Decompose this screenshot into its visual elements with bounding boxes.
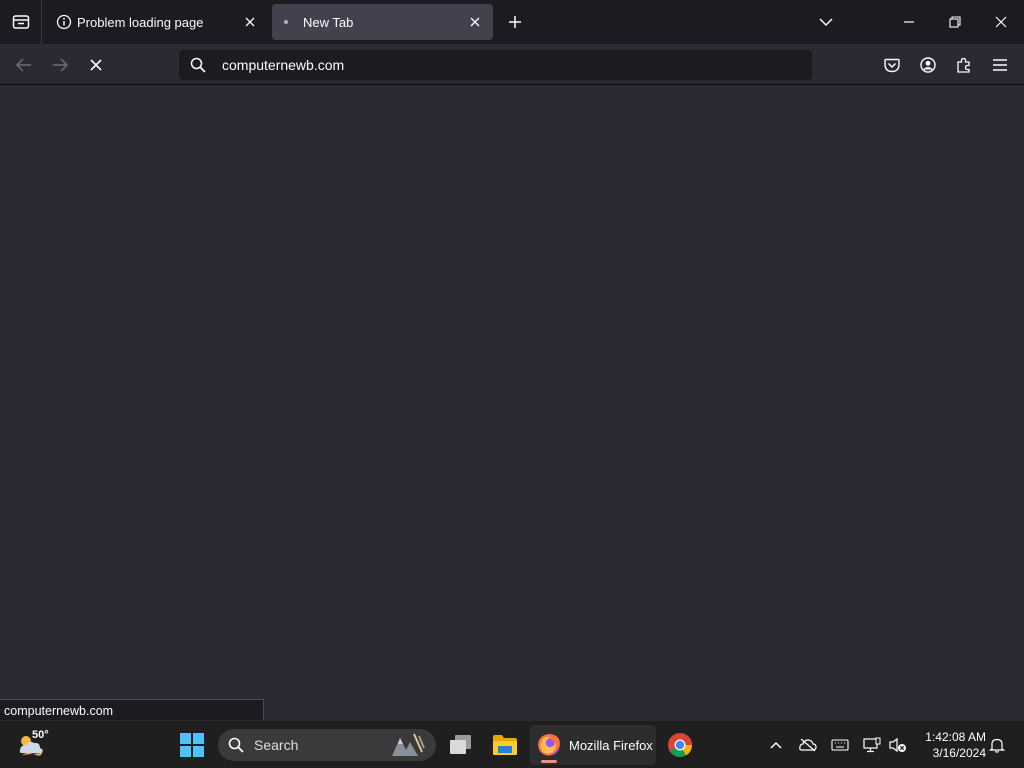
- search-label: Search: [254, 737, 299, 753]
- back-button[interactable]: [9, 50, 39, 80]
- close-tab-icon[interactable]: [240, 12, 260, 32]
- hamburger-menu-icon: [993, 59, 1007, 71]
- plus-icon: [509, 16, 521, 28]
- back-arrow-icon: [16, 58, 31, 72]
- puzzle-icon: [957, 57, 970, 73]
- info-icon: [56, 14, 72, 30]
- clock-time: 1:42:08 AM: [925, 730, 986, 744]
- url-bar[interactable]: computernewb.com: [179, 50, 812, 80]
- account-icon: [920, 57, 936, 73]
- tab-new-tab[interactable]: New Tab: [272, 4, 493, 40]
- clock-date: 3/16/2024: [932, 746, 986, 760]
- list-all-tabs-button[interactable]: [803, 0, 849, 44]
- tab-problem-loading[interactable]: Problem loading page: [46, 4, 268, 40]
- search-icon: [228, 737, 244, 758]
- status-panel: computernewb.com: [0, 699, 264, 720]
- forward-button[interactable]: [45, 50, 75, 80]
- loading-dot-icon: [282, 14, 298, 30]
- url-input[interactable]: computernewb.com: [222, 57, 344, 73]
- tab-title: New Tab: [303, 15, 354, 30]
- minimize-button[interactable]: [886, 0, 932, 44]
- forward-arrow-icon: [53, 58, 68, 72]
- keyboard-icon: [831, 739, 849, 751]
- bell-icon: [989, 738, 1005, 753]
- task-view-button[interactable]: [443, 727, 479, 763]
- firefox-icon: [538, 734, 560, 756]
- task-view-icon: [450, 735, 471, 754]
- restore-button[interactable]: [932, 0, 978, 44]
- taskbar-chrome[interactable]: [662, 727, 698, 763]
- folder-icon: [493, 735, 517, 755]
- close-icon: [995, 16, 1007, 28]
- page-content: [0, 86, 1024, 720]
- volume-tray[interactable]: [886, 733, 910, 757]
- account-button[interactable]: [913, 50, 943, 80]
- new-tab-button[interactable]: [502, 8, 528, 36]
- search-icon: [190, 57, 206, 78]
- pocket-button[interactable]: [877, 50, 907, 80]
- speaker-muted-icon: [889, 737, 906, 753]
- tab-title: Problem loading page: [77, 15, 204, 30]
- windows-logo-icon: [180, 733, 204, 757]
- stop-icon: [90, 59, 102, 71]
- show-hidden-icons-button[interactable]: [764, 733, 788, 757]
- taskbar-firefox[interactable]: Mozilla Firefox: [530, 725, 656, 765]
- input-indicator-tray[interactable]: [828, 733, 852, 757]
- active-app-indicator: [541, 760, 557, 763]
- app-menu-button[interactable]: [985, 50, 1015, 80]
- tab-strip: Problem loading page New Tab: [0, 0, 1024, 44]
- navigation-toolbar: computernewb.com: [0, 44, 1024, 85]
- chrome-icon: [668, 733, 692, 758]
- extensions-button[interactable]: [949, 50, 979, 80]
- chevron-down-icon: [819, 18, 833, 27]
- close-tab-icon[interactable]: [465, 12, 485, 32]
- taskbar-app-label: Mozilla Firefox: [569, 738, 653, 753]
- onedrive-tray[interactable]: [796, 733, 820, 757]
- network-disconnected-icon: [863, 737, 881, 753]
- weather-temperature: 50°: [32, 729, 49, 741]
- chevron-up-icon: [770, 741, 782, 749]
- system-clock[interactable]: 1:42:08 AM 3/16/2024: [914, 729, 986, 761]
- cloud-offline-icon: [799, 738, 817, 752]
- close-window-button[interactable]: [978, 0, 1024, 44]
- search-highlight-illustration-icon: [386, 732, 428, 763]
- weather-widget[interactable]: 50°: [16, 729, 56, 763]
- notifications-button[interactable]: [985, 733, 1009, 757]
- network-tray[interactable]: [860, 733, 884, 757]
- minimize-icon: [904, 21, 914, 23]
- start-button[interactable]: [174, 727, 210, 763]
- windows-taskbar: 50° Search Mozilla Firefox 1:42:08 AM 3/…: [0, 720, 1024, 768]
- firefox-view-button[interactable]: [0, 0, 42, 44]
- restore-icon: [949, 16, 961, 28]
- pocket-icon: [884, 58, 900, 72]
- stop-loading-button[interactable]: [81, 50, 111, 80]
- file-explorer-button[interactable]: [487, 727, 523, 763]
- taskbar-search[interactable]: Search: [218, 729, 436, 761]
- firefox-view-icon: [12, 15, 29, 29]
